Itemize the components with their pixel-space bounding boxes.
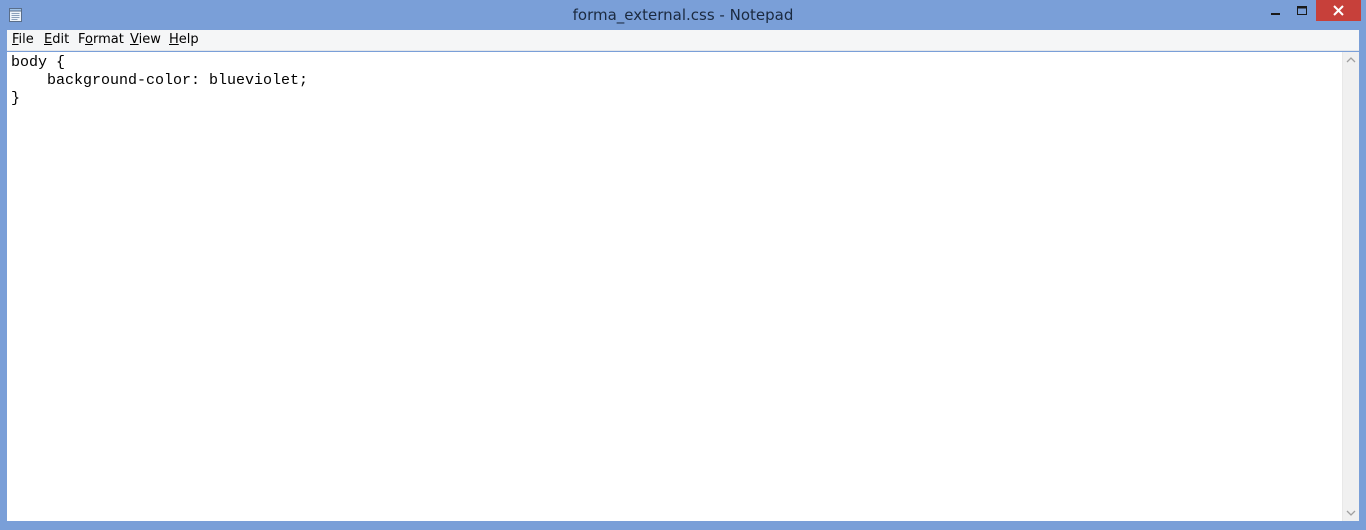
text-editor-area[interactable]: body { background-color: blueviolet; } <box>7 52 1342 521</box>
menu-help[interactable]: Help <box>169 32 199 47</box>
maximize-button[interactable] <box>1289 0 1315 21</box>
menu-view[interactable]: View <box>130 32 161 47</box>
scroll-up-button[interactable] <box>1343 52 1359 69</box>
menu-format-mnemonic: o <box>85 32 93 47</box>
menu-bar: File Edit Format View Help <box>7 30 1359 51</box>
scroll-down-arrow-icon <box>1346 510 1356 516</box>
editor-text-content[interactable]: body { background-color: blueviolet; } <box>11 54 308 108</box>
close-icon <box>1333 5 1344 16</box>
menu-file[interactable]: File <box>12 32 34 47</box>
window-title: forma_external.css - Notepad <box>572 6 794 24</box>
menu-file-label: ile <box>18 32 34 47</box>
minimize-icon <box>1271 13 1280 15</box>
close-button[interactable] <box>1316 0 1361 21</box>
menu-view-mnemonic: V <box>130 32 139 47</box>
menu-help-label: elp <box>178 32 199 47</box>
menu-edit-mnemonic: E <box>44 32 53 47</box>
scroll-down-button[interactable] <box>1343 504 1359 521</box>
menu-edit[interactable]: Edit <box>44 32 69 47</box>
menu-help-mnemonic: H <box>169 32 179 47</box>
menu-view-label: iew <box>138 32 161 47</box>
vertical-scrollbar[interactable] <box>1342 52 1359 521</box>
title-bar[interactable]: forma_external.css - Notepad <box>0 0 1366 30</box>
menu-format-label: rmat <box>92 32 124 47</box>
minimize-button[interactable] <box>1262 0 1288 21</box>
menu-format-prefix: F <box>78 32 86 47</box>
scroll-up-arrow-icon <box>1346 57 1356 63</box>
menu-edit-label: dit <box>52 32 70 47</box>
notepad-window: forma_external.css - Notepad File Edit F… <box>0 0 1366 530</box>
menu-format[interactable]: Format <box>78 32 124 47</box>
maximize-icon <box>1297 6 1307 15</box>
